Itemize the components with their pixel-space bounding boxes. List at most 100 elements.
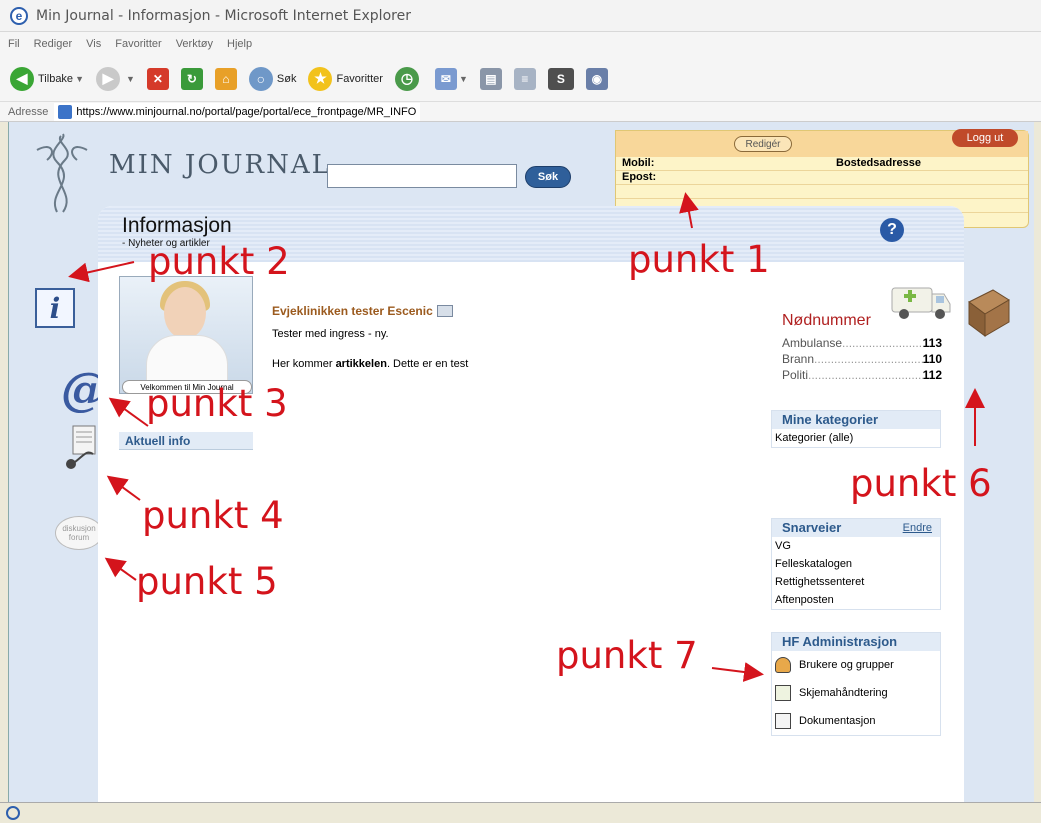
annotation-punkt-1: punkt 1 (628, 238, 770, 281)
shortcut-link[interactable]: Felleskatalogen (772, 555, 940, 573)
messenger-button[interactable]: ◉ (585, 67, 608, 90)
category-link[interactable]: Kategorier (alle) (772, 429, 940, 447)
emergency-number: 112 (922, 368, 942, 382)
book-icon[interactable] (963, 286, 1013, 340)
menu-edit[interactable]: Rediger (34, 38, 73, 50)
print-button[interactable]: ▤ (479, 67, 502, 90)
favorites-label: Favoritter (336, 72, 383, 85)
page-title: Informasjon (122, 214, 232, 237)
forward-dropdown-icon[interactable]: ▼ (126, 74, 135, 84)
home-button[interactable]: ⌂ (214, 67, 237, 90)
shortcut-link[interactable]: VG (772, 537, 940, 555)
refresh-button[interactable]: ↻ (180, 67, 203, 90)
status-ie-icon (6, 806, 20, 820)
menu-file[interactable]: Fil (8, 38, 20, 50)
admin-item[interactable]: Dokumentasjon (772, 707, 940, 735)
article-body: Her kommer artikkelen. Dette er en test (272, 358, 468, 370)
address-label: Bostedsadresse (836, 157, 921, 169)
magnifier-icon: ○ (248, 66, 273, 91)
document-icon (775, 713, 791, 729)
admin-box: HF Administrasjon Brukere og grupper Skj… (771, 632, 941, 736)
email-label: Epost: (622, 171, 657, 183)
mail-icon: ✉ (434, 67, 457, 90)
photo-face (164, 287, 206, 339)
favorites-button[interactable]: ★ Favoritter (308, 66, 383, 91)
messenger-icon: ◉ (585, 67, 608, 90)
logo-text: MIN JOURNAL (109, 150, 331, 180)
search-toolbar-label: Søk (276, 72, 297, 85)
info-icon[interactable]: i (35, 288, 75, 328)
annotation-punkt-4: punkt 4 (142, 494, 284, 537)
address-url[interactable]: https://www.minjournal.no/portal/page/po… (76, 106, 416, 118)
history-icon: ◷ (394, 66, 419, 91)
emergency-number: 110 (922, 352, 942, 366)
form-icon (775, 685, 791, 701)
print-icon[interactable] (436, 305, 453, 317)
edit-page-button[interactable]: ≡ (513, 67, 536, 90)
mail-dropdown-icon[interactable]: ▼ (459, 74, 468, 84)
shortcuts-title: Snarveier (782, 520, 842, 535)
user-row-mobile: Mobil: Bostedsadresse (616, 157, 1028, 171)
emergency-dots: .............................. (842, 336, 923, 350)
stop-button[interactable]: ✕ (146, 67, 169, 90)
spy-button[interactable]: S (547, 67, 574, 90)
user-panel-header: Redigér Logg ut (616, 129, 1028, 157)
article-body-bold: artikkelen (335, 358, 387, 370)
site-logo[interactable]: MIN JOURNAL (27, 132, 331, 214)
emergency-row: Brann ..................................… (782, 352, 942, 366)
admin-item[interactable]: Skjemahåndtering (772, 679, 940, 707)
menu-tools[interactable]: Verktøy (176, 38, 213, 50)
search-toolbar-button[interactable]: ○ Søk (248, 66, 297, 91)
article-body-prefix: Her kommer (272, 358, 336, 370)
forum-icon[interactable]: diskusjon forum (55, 516, 103, 550)
annotation-punkt-2: punkt 2 (148, 240, 290, 283)
site-search-input[interactable] (327, 164, 517, 188)
article-body-suffix: . Dette er en test (386, 358, 469, 370)
shortcut-link[interactable]: Rettighetssenteret (772, 573, 940, 591)
annotation-punkt-3: punkt 3 (146, 382, 288, 425)
emergency-dots: ........................................… (808, 368, 923, 382)
shortcut-link[interactable]: Aftenposten (772, 591, 940, 609)
back-label: Tilbake (38, 72, 74, 85)
spy-icon: S (547, 67, 574, 90)
journal-document-icon[interactable] (63, 424, 99, 470)
site-search-button[interactable]: Søk (525, 166, 571, 188)
logout-button[interactable]: Logg ut (952, 129, 1018, 147)
shortcuts-box: Snarveier Endre VG Felleskatalogen Retti… (771, 518, 941, 610)
history-button[interactable]: ◷ (394, 66, 423, 91)
emergency-row: Ambulanse ..............................… (782, 336, 942, 350)
shortcuts-edit-link[interactable]: Endre (903, 519, 932, 537)
help-icon[interactable]: ? (880, 218, 904, 242)
edit-profile-button[interactable]: Redigér (734, 136, 792, 152)
emergency-label: Brann (782, 352, 815, 366)
stop-icon: ✕ (146, 67, 169, 90)
admin-item-label[interactable]: Skjemahåndtering (799, 684, 888, 702)
admin-item[interactable]: Brukere og grupper (772, 651, 940, 679)
page-icon (58, 104, 73, 119)
menu-help[interactable]: Hjelp (227, 38, 252, 50)
annotation-punkt-6: punkt 6 (850, 462, 992, 505)
emergency-dots: ........................................… (814, 352, 923, 366)
emergency-row: Politi .................................… (782, 368, 942, 382)
annotation-punkt-7: punkt 7 (556, 634, 698, 677)
admin-item-label[interactable]: Brukere og grupper (799, 656, 894, 674)
refresh-icon: ↻ (180, 67, 203, 90)
article-title-text[interactable]: Evjeklinikken tester Escenic (272, 304, 433, 318)
address-field[interactable]: https://www.minjournal.no/portal/page/po… (54, 102, 421, 121)
admin-item-label[interactable]: Dokumentasjon (799, 712, 875, 730)
shortcuts-header: Snarveier Endre (772, 519, 940, 537)
emergency-label: Politi (782, 368, 809, 382)
admin-title: HF Administrasjon (772, 633, 940, 651)
emergency-label: Ambulanse (782, 336, 843, 350)
forward-button[interactable]: ▶ ▼ (95, 66, 135, 91)
user-row-email: Epost: (616, 171, 1028, 185)
back-button[interactable]: ◀ Tilbake ▼ (10, 66, 84, 91)
menu-favorites[interactable]: Favoritter (115, 38, 161, 50)
home-icon: ⌂ (214, 67, 237, 90)
mail-button[interactable]: ✉ ▼ (434, 67, 468, 90)
menu-view[interactable]: Vis (86, 38, 101, 50)
printer-icon: ▤ (479, 67, 502, 90)
back-dropdown-icon[interactable]: ▼ (75, 74, 84, 84)
article-title[interactable]: Evjeklinikken tester Escenic (272, 304, 453, 318)
users-icon (775, 657, 791, 673)
